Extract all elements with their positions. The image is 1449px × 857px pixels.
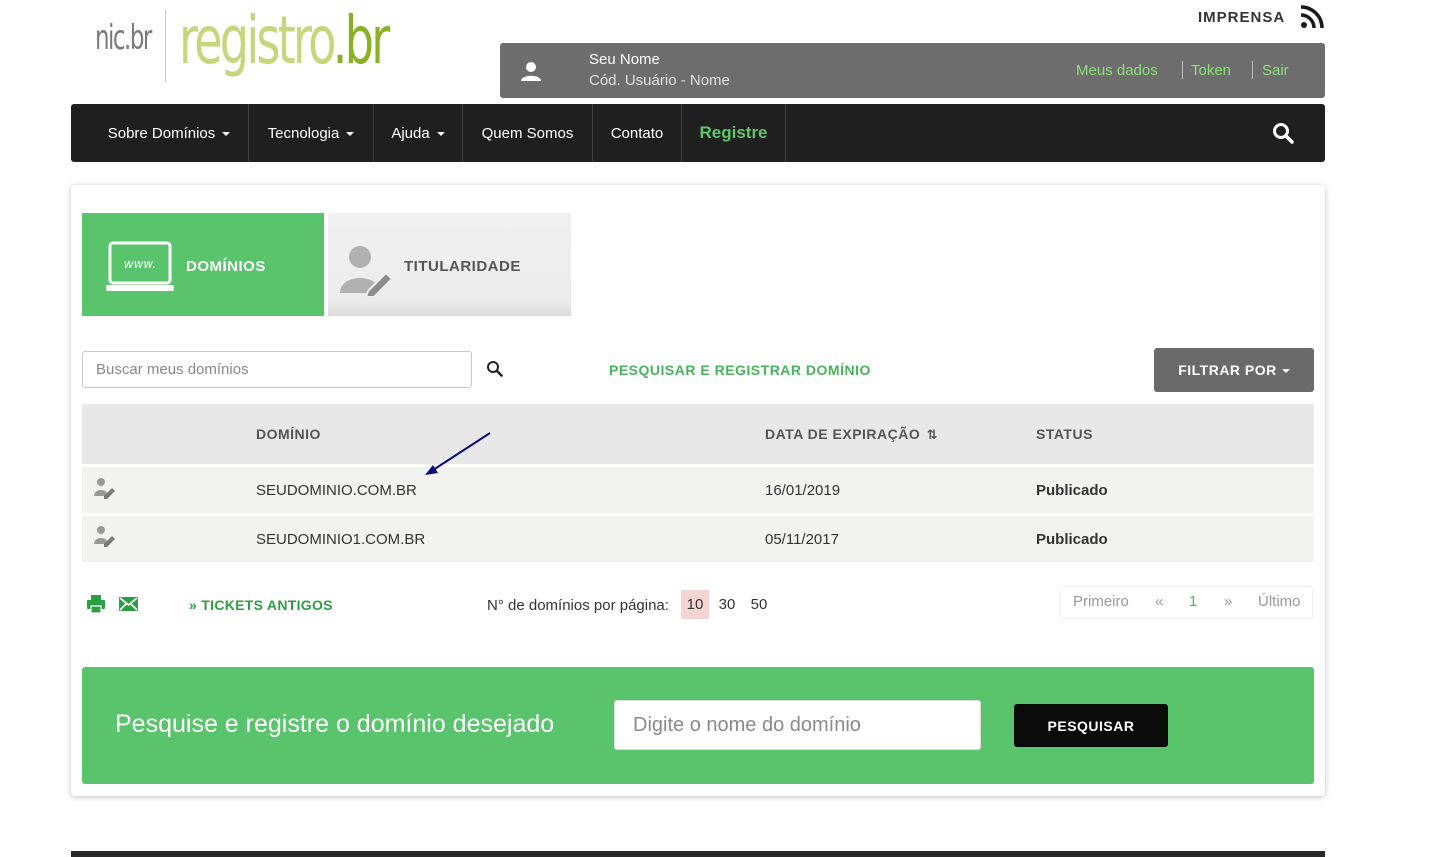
page-next[interactable]: » (1224, 593, 1232, 610)
search-register-domain-link[interactable]: PESQUISAR E REGISTRAR DOMÍNIO (609, 362, 871, 378)
page-first[interactable]: Primeiro (1073, 593, 1129, 610)
email-icon[interactable] (119, 596, 138, 612)
search-button[interactable]: PESQUISAR (1014, 704, 1168, 747)
per-page-label: N° de domínios por página: (487, 597, 669, 614)
status-cell: Publicado (1036, 531, 1108, 548)
page-current[interactable]: 1 (1189, 593, 1197, 610)
user-edit-icon (340, 246, 394, 297)
user-name: Seu Nome (589, 51, 660, 68)
domain-cell[interactable]: SEUDOMINIO1.COM.BR (256, 531, 425, 548)
nav-label: Quem Somos (481, 124, 574, 142)
expiry-cell: 05/11/2017 (765, 531, 839, 548)
meus-dados-link[interactable]: Meus dados (1076, 62, 1158, 79)
logo-nic: nic.br (95, 18, 152, 58)
svg-text:www.: www. (124, 257, 157, 271)
per-page-50[interactable]: 50 (745, 590, 773, 619)
per-page-30[interactable]: 30 (713, 590, 741, 619)
search-icon[interactable] (1272, 122, 1294, 144)
search-icon[interactable] (486, 360, 503, 377)
header-domain[interactable]: DOMÍNIO (256, 426, 321, 442)
logo-br-text: .br (332, 2, 390, 79)
caret-down-icon (436, 132, 445, 136)
tab-dominios-label: DOMÍNIOS (186, 258, 266, 275)
header-status[interactable]: STATUS (1036, 426, 1093, 442)
caret-down-icon (1281, 369, 1290, 373)
sair-link[interactable]: Sair (1262, 62, 1289, 79)
domain-cell[interactable]: SEUDOMINIO.COM.BR (256, 482, 417, 499)
nav-registre[interactable]: Registre (682, 104, 785, 162)
token-link[interactable]: Token (1191, 62, 1231, 79)
filter-button[interactable]: FILTRAR POR (1154, 348, 1314, 392)
imprensa-link[interactable]: IMPRENSA (1198, 9, 1285, 26)
header-expiry[interactable]: DATA DE EXPIRAÇÃO ⇅ (765, 426, 938, 443)
user-link-divider (1252, 61, 1253, 79)
footer-bar (71, 851, 1325, 857)
logo-divider (165, 10, 166, 82)
sort-icon: ⇅ (926, 427, 939, 442)
search-domains-input[interactable] (82, 351, 472, 388)
nav-contato[interactable]: Contato (593, 104, 681, 162)
expiry-cell: 16/01/2019 (765, 482, 841, 499)
header-expiry-label: DATA DE EXPIRAÇÃO (765, 426, 921, 442)
nav-ajuda[interactable]: Ajuda (374, 104, 462, 162)
nav-label: Contato (610, 124, 664, 142)
domain-search-input[interactable] (614, 700, 981, 750)
www-monitor-icon: www. (106, 241, 174, 291)
filter-label: FILTRAR POR (1178, 362, 1277, 378)
nav-label: Tecnologia (267, 124, 340, 142)
user-edit-icon[interactable] (92, 476, 116, 500)
user-code: Cód. Usuário - Nome (589, 72, 730, 89)
tab-titularidade-label: TITULARIDADE (404, 258, 521, 275)
user-edit-icon[interactable] (92, 524, 116, 548)
old-tickets-link[interactable]: » TICKETS ANTIGOS (189, 597, 333, 613)
page-prev[interactable]: « (1155, 593, 1163, 610)
nav-quem-somos[interactable]: Quem Somos (463, 104, 592, 162)
logo-registro-text: registro (179, 2, 336, 79)
status-cell: Publicado (1036, 482, 1108, 499)
banner-text: Pesquise e registre o domínio desejado (115, 710, 555, 738)
print-icon[interactable] (86, 594, 106, 614)
nav-label: Registre (699, 123, 768, 142)
tab-titularidade[interactable]: TITULARIDADE (328, 213, 571, 316)
caret-down-icon (346, 132, 355, 136)
nav-tecnologia[interactable]: Tecnologia (249, 104, 373, 162)
per-page-10[interactable]: 10 (681, 590, 709, 619)
nav-divider (785, 104, 786, 162)
page-last[interactable]: Último (1258, 593, 1301, 610)
logo-registro: registro.br (179, 2, 390, 79)
tab-dominios[interactable]: www. DOMÍNIOS (82, 213, 324, 316)
annotation-arrow (425, 432, 491, 475)
user-icon (521, 62, 541, 81)
user-link-divider (1182, 61, 1183, 79)
caret-down-icon (222, 132, 231, 136)
nav-label: Ajuda (391, 124, 430, 142)
rss-icon[interactable] (1300, 5, 1324, 29)
nav-label: Sobre Domínios (107, 124, 216, 142)
nav-sobre-dominios[interactable]: Sobre Domínios (90, 104, 248, 162)
